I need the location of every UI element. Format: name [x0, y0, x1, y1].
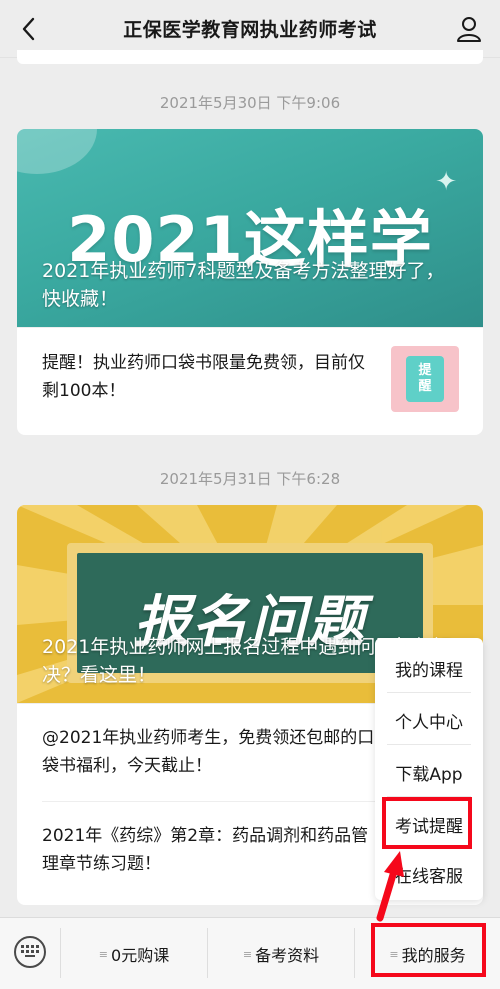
keyboard-icon[interactable]	[14, 936, 46, 968]
list-item-text[interactable]: 提醒！执业药师口袋书限量免费领，目前仅剩100本！	[42, 349, 372, 405]
message-timestamp: 2021年5月31日 下午6:28	[159, 470, 341, 488]
bottom-tab-free-course[interactable]: ≡ 0元购课	[61, 918, 207, 989]
list-item-text[interactable]: 2021年《药综》第2章：药品调剂和药品管理章节练习题！	[42, 822, 372, 878]
banner-caption[interactable]: 2021年执业药师7科题型及备考方法整理好了，快收藏！	[42, 257, 462, 313]
article-banner[interactable]: ✦ 2021这样学 2021年执业药师7科题型及备考方法整理好了，快收藏！	[17, 129, 483, 327]
list-item[interactable]: 提醒！执业药师口袋书限量免费领，目前仅剩100本！ 提 醒	[17, 327, 483, 435]
message-timestamp: 2021年5月30日 下午9:06	[159, 94, 341, 112]
menu-item-online-service[interactable]: 在线客服	[375, 848, 483, 900]
back-chevron-icon[interactable]	[16, 14, 44, 44]
list-item-text[interactable]: @2021年执业药师考生，免费领还包邮的口袋书福利，今天截止！	[42, 724, 382, 780]
user-profile-icon[interactable]	[454, 14, 484, 44]
bottom-tab-study-materials[interactable]: ≡ 备考资料	[208, 918, 354, 989]
highlight-box-exam-reminder	[382, 797, 472, 849]
menu-item-download-app[interactable]: 下载App	[375, 746, 483, 798]
menu-marker-icon: ≡	[98, 947, 109, 961]
page-title: 正保医学教育网执业药师考试	[123, 19, 377, 41]
menu-item-my-courses[interactable]: 我的课程	[375, 642, 483, 694]
thumbnail-image: 提 醒	[391, 346, 459, 412]
menu-item-personal-center[interactable]: 个人中心	[375, 694, 483, 746]
article-card[interactable]: ✦ 2021这样学 2021年执业药师7科题型及备考方法整理好了，快收藏！ 提醒…	[17, 129, 483, 435]
menu-marker-icon: ≡	[242, 947, 253, 961]
highlight-box-my-services	[371, 923, 486, 977]
service-popup-menu: 我的课程 个人中心 下载App 考试提醒 在线客服	[375, 638, 483, 900]
previous-message-card[interactable]	[17, 50, 483, 64]
